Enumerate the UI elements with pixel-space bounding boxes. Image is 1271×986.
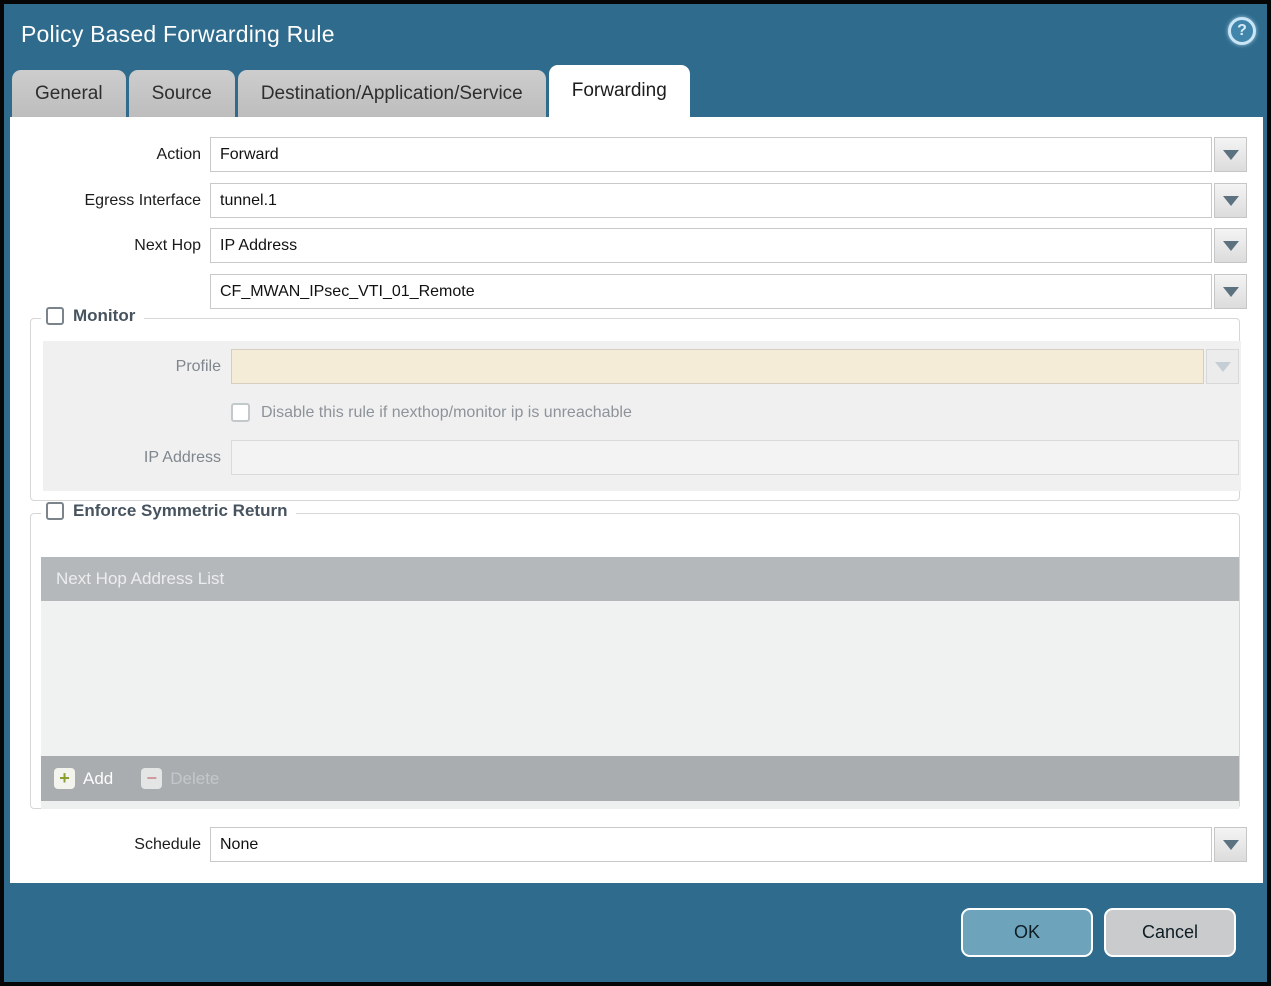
monitor-ip-label: IP Address xyxy=(143,448,221,466)
next-hop-address-dropdown-button[interactable] xyxy=(1214,274,1247,309)
egress-interface-select[interactable]: tunnel.1 xyxy=(210,183,1212,218)
delete-button: − Delete xyxy=(141,768,219,789)
disable-rule-checkbox xyxy=(231,403,250,422)
add-button[interactable]: + Add xyxy=(54,768,113,789)
cancel-button[interactable]: Cancel xyxy=(1104,908,1236,957)
chevron-down-icon xyxy=(1222,286,1239,297)
next-hop-label: Next Hop xyxy=(134,236,201,254)
symmetric-return-fieldset: Enforce Symmetric Return Next Hop Addres… xyxy=(30,501,1240,809)
tab-destination-application-service[interactable]: Destination/Application/Service xyxy=(237,70,546,117)
symmetric-return-legend: Enforce Symmetric Return xyxy=(41,501,297,521)
next-hop-type-select[interactable]: IP Address xyxy=(210,228,1212,263)
egress-interface-row: Egress Interface tunnel.1 xyxy=(10,183,1247,218)
pbf-rule-dialog: Policy Based Forwarding Rule ? General S… xyxy=(0,0,1271,986)
monitor-legend-label: Monitor xyxy=(73,306,136,325)
schedule-row: Schedule None xyxy=(10,827,1247,862)
disable-rule-label: Disable this rule if nexthop/monitor ip … xyxy=(261,403,632,421)
plus-icon: + xyxy=(54,768,75,789)
minus-icon: − xyxy=(141,768,163,789)
schedule-label: Schedule xyxy=(134,835,201,853)
next-hop-address-select[interactable]: CF_MWAN_IPsec_VTI_01_Remote xyxy=(210,274,1212,309)
next-hop-dropdown-button[interactable] xyxy=(1214,228,1247,263)
chevron-down-icon xyxy=(1222,240,1239,251)
table-toolbar: + Add − Delete xyxy=(41,756,1239,801)
chevron-down-icon xyxy=(1222,149,1239,160)
delete-button-label: Delete xyxy=(170,768,220,788)
chevron-down-icon xyxy=(1214,361,1231,372)
monitor-checkbox[interactable] xyxy=(46,307,64,325)
symmetric-return-legend-label: Enforce Symmetric Return xyxy=(73,501,288,520)
profile-select xyxy=(231,349,1204,384)
add-button-label: Add xyxy=(83,768,114,788)
schedule-select[interactable]: None xyxy=(210,827,1212,862)
symmetric-return-checkbox[interactable] xyxy=(46,502,64,520)
tab-source[interactable]: Source xyxy=(128,70,235,117)
table-bottom-strip xyxy=(41,801,1239,809)
profile-label: Profile xyxy=(175,357,221,375)
monitor-ip-input xyxy=(231,440,1239,475)
tab-general[interactable]: General xyxy=(12,70,126,117)
egress-interface-label: Egress Interface xyxy=(84,191,202,209)
next-hop-address-list-table: Next Hop Address List + Add − Delete xyxy=(41,557,1239,809)
monitor-panel: Profile Disable this rule if nexthop/mon… xyxy=(43,341,1241,491)
tab-bar: General Source Destination/Application/S… xyxy=(12,65,690,117)
table-body-empty[interactable] xyxy=(41,601,1239,756)
forwarding-tab-panel: Action Forward Egress Interface tunnel.1… xyxy=(10,117,1263,883)
action-row: Action Forward xyxy=(10,137,1247,172)
dialog-title: Policy Based Forwarding Rule xyxy=(21,21,335,47)
next-hop-address-row: CF_MWAN_IPsec_VTI_01_Remote xyxy=(10,274,1247,309)
monitor-ip-row: IP Address xyxy=(43,440,1239,475)
chevron-down-icon xyxy=(1222,195,1239,206)
chevron-down-icon xyxy=(1222,839,1239,850)
monitor-fieldset: Monitor Profile Disable this rule if nex… xyxy=(30,306,1241,501)
disable-rule-row: Disable this rule if nexthop/monitor ip … xyxy=(43,395,1239,430)
action-label: Action xyxy=(156,145,201,163)
ok-button[interactable]: OK xyxy=(961,908,1093,957)
profile-dropdown-button xyxy=(1206,349,1239,384)
schedule-dropdown-button[interactable] xyxy=(1214,827,1247,862)
monitor-legend: Monitor xyxy=(41,306,145,326)
table-header: Next Hop Address List xyxy=(41,557,1239,601)
action-dropdown-button[interactable] xyxy=(1214,137,1247,172)
tab-forwarding[interactable]: Forwarding xyxy=(548,65,690,117)
next-hop-row: Next Hop IP Address xyxy=(10,228,1247,263)
help-icon[interactable]: ? xyxy=(1228,17,1256,45)
action-select[interactable]: Forward xyxy=(210,137,1212,172)
egress-interface-dropdown-button[interactable] xyxy=(1214,183,1247,218)
profile-row: Profile xyxy=(43,349,1239,384)
